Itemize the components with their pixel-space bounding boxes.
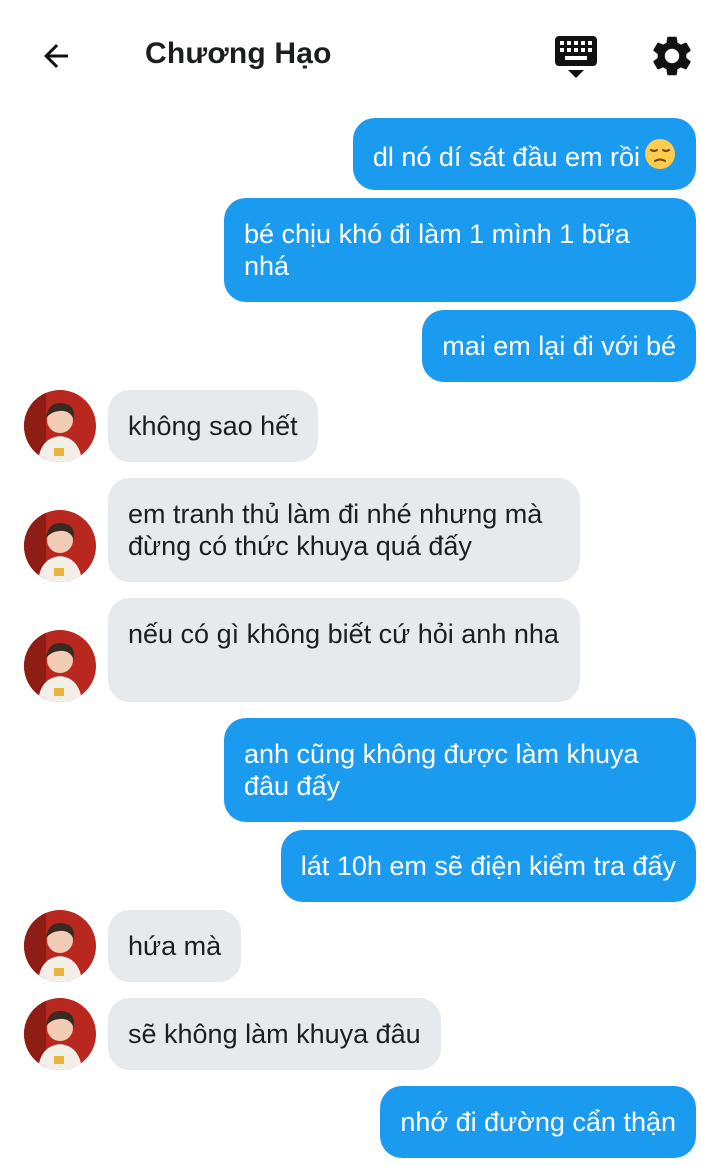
outgoing-message[interactable]: bé chịu khó đi làm 1 mình 1 bữa nhá [224, 198, 696, 302]
incoming-message[interactable]: em tranh thủ làm đi nhé nhưng mà đừng có… [108, 478, 580, 582]
keyboard-icon [555, 36, 597, 78]
message-text: nếu có gì không biết cứ hỏi anh nha [128, 619, 559, 649]
incoming-message[interactable]: nếu có gì không biết cứ hỏi anh nha [108, 598, 580, 702]
message-text: anh cũng không được làm khuya đâu đấy [244, 739, 639, 801]
message-text: mai em lại đi với bé [442, 331, 676, 361]
message-text: lát 10h em sẽ điện kiểm tra đấy [300, 851, 676, 881]
outgoing-message[interactable]: nhớ đi đường cẩn thận [380, 1086, 696, 1158]
avatar-image [24, 630, 96, 702]
contact-avatar[interactable] [24, 390, 96, 462]
contact-avatar[interactable] [24, 998, 96, 1070]
contact-avatar[interactable] [24, 510, 96, 582]
message-text: bé chịu khó đi làm 1 mình 1 bữa nhá [244, 219, 630, 281]
message-text: hứa mà [128, 931, 222, 961]
outgoing-message[interactable]: mai em lại đi với bé [422, 310, 696, 382]
chat-header: Chương Hạo [0, 0, 720, 110]
message-text: sẽ không làm khuya đâu [128, 1019, 421, 1049]
pensive-face-icon [644, 138, 676, 177]
incoming-message[interactable]: sẽ không làm khuya đâu [108, 998, 441, 1070]
message-text: không sao hết [128, 411, 298, 441]
gear-icon [653, 36, 691, 76]
contact-name: Chương Hạo [145, 37, 332, 70]
arrow-left-icon [44, 44, 68, 68]
contact-avatar[interactable] [24, 630, 96, 702]
message-text: nhớ đi đường cẩn thận [400, 1107, 676, 1137]
incoming-message[interactable]: không sao hết [108, 390, 318, 462]
outgoing-message[interactable]: lát 10h em sẽ điện kiểm tra đấy [280, 830, 696, 902]
outgoing-message[interactable]: anh cũng không được làm khuya đâu đấy [224, 718, 696, 822]
settings-button[interactable] [648, 32, 696, 80]
contact-avatar[interactable] [24, 910, 96, 982]
message-text: dl nó dí sát đầu em rồi [372, 142, 640, 172]
avatar-image [24, 510, 96, 582]
avatar-image [24, 390, 96, 462]
back-button[interactable] [36, 36, 76, 76]
outgoing-message[interactable]: dl nó dí sát đầu em rồi [352, 118, 696, 190]
keyboard-button[interactable] [553, 34, 599, 80]
message-text: em tranh thủ làm đi nhé nhưng mà đừng có… [128, 499, 543, 561]
avatar-image [24, 998, 96, 1070]
avatar-image [24, 910, 96, 982]
incoming-message[interactable]: hứa mà [108, 910, 242, 982]
